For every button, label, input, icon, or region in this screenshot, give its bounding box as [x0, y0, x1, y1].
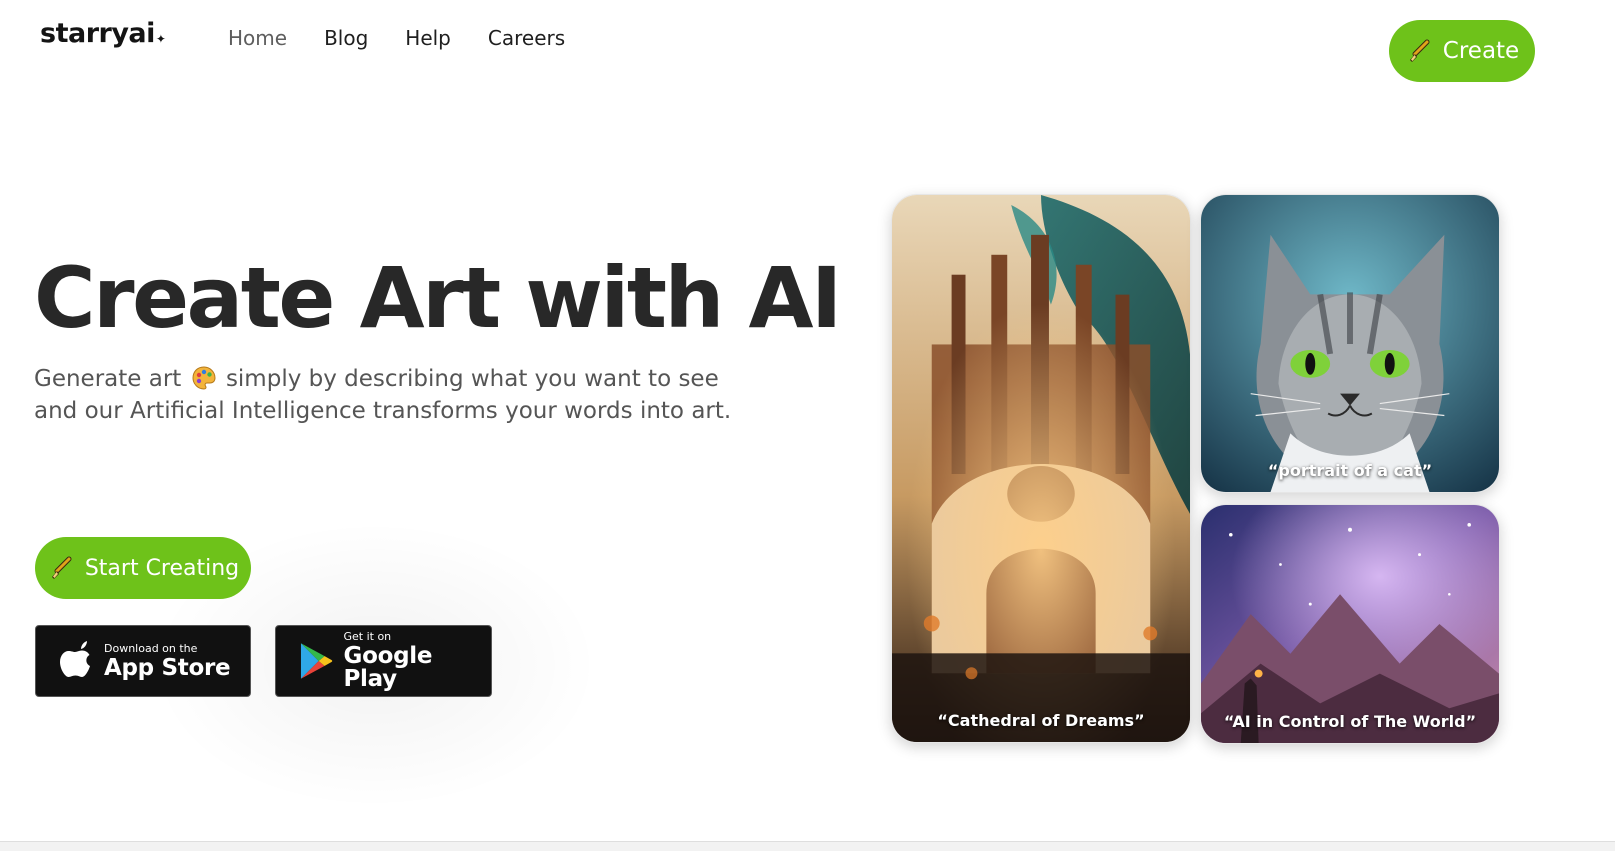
nav-item-help[interactable]: Help — [405, 26, 451, 50]
artist-palette-icon — [192, 366, 216, 390]
create-button[interactable]: Create — [1389, 20, 1535, 82]
nav-item-careers[interactable]: Careers — [488, 26, 565, 50]
gallery-caption-cat: “portrait of a cat” — [1267, 461, 1433, 480]
app-store-big-text: App Store — [104, 654, 231, 681]
nav-item-blog[interactable]: Blog — [324, 26, 368, 50]
gallery-card-cathedral[interactable]: “Cathedral of Dreams” — [891, 194, 1191, 743]
gallery-card-cat[interactable]: “portrait of a cat” — [1200, 194, 1500, 493]
gallery-caption-cathedral: “Cathedral of Dreams” — [937, 711, 1145, 730]
google-play-big-text: Google Play — [343, 643, 433, 692]
start-creating-label: Start Creating — [84, 555, 240, 581]
hero-subtitle-part1: Generate art — [34, 366, 182, 392]
app-store-small-text: Download on the — [104, 641, 198, 655]
brand-logo[interactable]: starryai✦ — [40, 18, 166, 49]
google-play-small-text: Get it on — [343, 630, 392, 643]
google-play-badge[interactable]: Get it on Google Play — [275, 625, 492, 697]
page-bottom-divider — [0, 841, 1615, 851]
start-creating-button[interactable]: Start Creating — [35, 537, 251, 599]
spark-icon: ✦ — [155, 32, 166, 46]
gallery-caption-space: “AI in Control of The World” — [1223, 712, 1477, 731]
space-mountains-image — [1201, 505, 1499, 743]
main-nav: Home Blog Help Careers — [228, 26, 565, 50]
paintbrush-icon — [51, 556, 72, 579]
hero-subtitle: Generate art simply by describing what y… — [34, 363, 734, 427]
brand-name: starryai — [40, 18, 155, 49]
gallery-card-space[interactable]: “AI in Control of The World” — [1200, 504, 1500, 744]
nav-item-home[interactable]: Home — [228, 26, 287, 50]
apple-logo-icon — [60, 641, 90, 677]
create-button-label: Create — [1442, 38, 1520, 64]
app-store-badge[interactable]: Download on the App Store — [35, 625, 251, 697]
cathedral-artwork-image — [892, 195, 1190, 742]
google-play-icon — [300, 643, 333, 679]
paintbrush-icon — [1409, 39, 1430, 62]
cat-portrait-image — [1201, 195, 1499, 492]
hero-title: Create Art with AI — [34, 249, 842, 347]
